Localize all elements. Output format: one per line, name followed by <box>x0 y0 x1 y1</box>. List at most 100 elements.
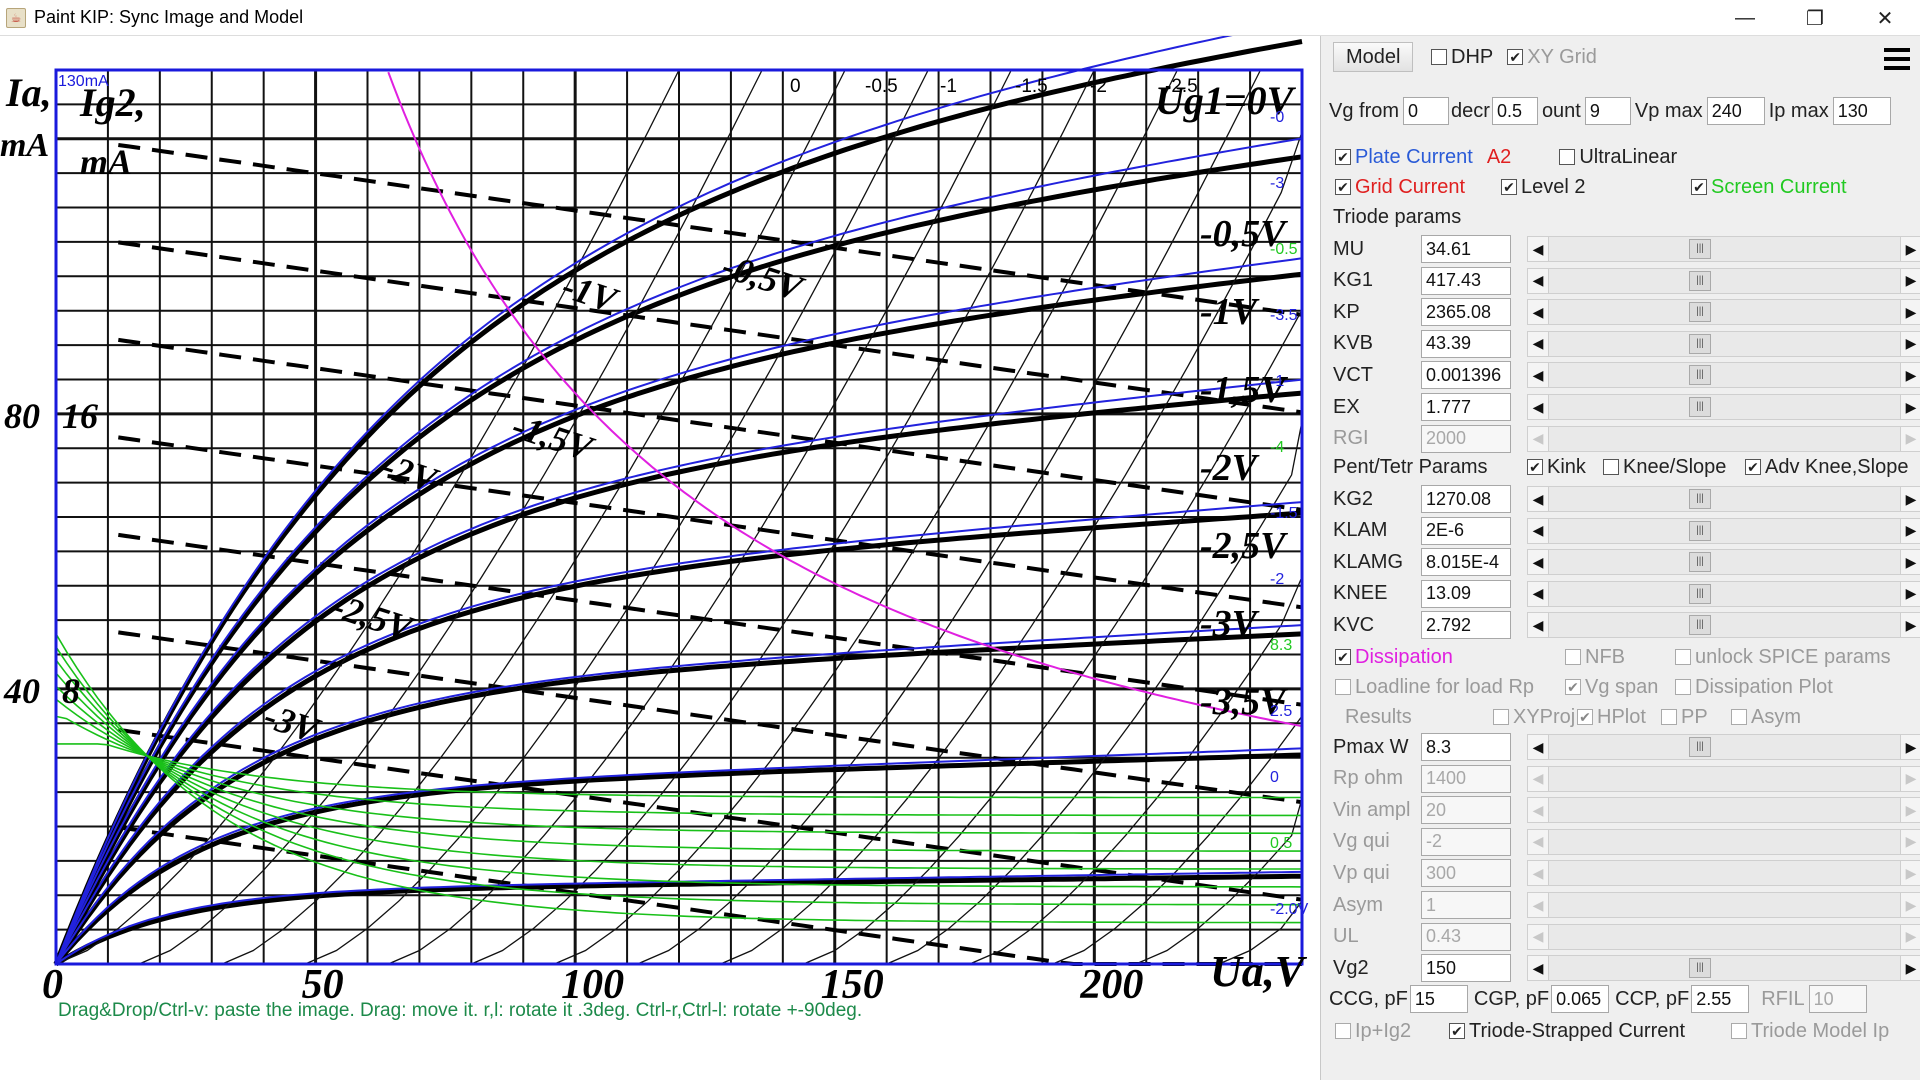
slider-right-arrow-icon[interactable]: ▶ <box>1900 486 1920 512</box>
ultralinear-checkbox[interactable] <box>1559 149 1576 165</box>
ccg-input[interactable] <box>1409 985 1468 1013</box>
slider-left-arrow-icon[interactable]: ◀ <box>1527 236 1549 262</box>
pent-param-input[interactable] <box>1421 579 1511 608</box>
pent-param-slider[interactable]: ◀ ||| ▶ <box>1527 486 1920 512</box>
slider-thumb[interactable]: ||| <box>1689 520 1711 541</box>
load-param-slider[interactable]: ◀ ▶ <box>1527 828 1920 855</box>
slider-thumb[interactable]: ||| <box>1689 552 1711 573</box>
xygrid-checkbox[interactable]: ✔ <box>1507 49 1524 65</box>
ip-ig2-checkbox[interactable] <box>1335 1023 1351 1039</box>
triode-param-slider[interactable]: ◀ ▶ <box>1527 425 1920 452</box>
cgp-input[interactable] <box>1551 985 1610 1013</box>
slider-right-arrow-icon[interactable]: ▶ <box>1900 892 1920 918</box>
pent-param-slider[interactable]: ◀ ||| ▶ <box>1527 517 1920 544</box>
pent-param-input[interactable] <box>1421 516 1511 545</box>
slider-track[interactable]: ||| <box>1549 580 1900 607</box>
slider-track[interactable] <box>1549 425 1900 452</box>
triode-param-input[interactable] <box>1421 266 1511 295</box>
load-param-slider[interactable]: ◀ ||| ▶ <box>1527 955 1920 982</box>
unlock-spice-checkbox[interactable] <box>1675 649 1691 665</box>
triode-param-input[interactable] <box>1421 393 1511 421</box>
slider-right-arrow-icon[interactable]: ▶ <box>1900 236 1920 262</box>
triode-param-slider[interactable]: ◀ ||| ▶ <box>1527 362 1920 389</box>
slider-track[interactable]: ||| <box>1549 394 1900 420</box>
slider-right-arrow-icon[interactable]: ▶ <box>1900 549 1920 576</box>
pent-param-input[interactable] <box>1421 485 1511 513</box>
dhp-checkbox[interactable] <box>1431 49 1447 65</box>
maximize-button[interactable]: ❐ <box>1780 0 1850 36</box>
plot-svg[interactable]: 130mA Ia, mA Ig2, mA Ua,V Ug1=0V 0 50 100 1… <box>0 36 1320 1080</box>
slider-left-arrow-icon[interactable]: ◀ <box>1527 425 1549 452</box>
nfb-checkbox[interactable] <box>1565 649 1581 665</box>
slider-thumb[interactable]: ||| <box>1689 489 1711 509</box>
triode-model-ip-checkbox[interactable] <box>1731 1023 1747 1039</box>
slider-right-arrow-icon[interactable]: ▶ <box>1900 362 1920 389</box>
slider-thumb[interactable]: ||| <box>1689 958 1711 979</box>
slider-track[interactable]: ||| <box>1549 955 1900 982</box>
slider-left-arrow-icon[interactable]: ◀ <box>1527 892 1549 918</box>
level2-checkbox[interactable]: ✔ <box>1501 179 1517 195</box>
slider-left-arrow-icon[interactable]: ◀ <box>1527 330 1549 357</box>
triode-param-input[interactable] <box>1421 361 1511 390</box>
triode-param-input[interactable] <box>1421 424 1511 453</box>
model-button[interactable]: Model <box>1333 42 1414 72</box>
dissipation-checkbox[interactable]: ✔ <box>1335 649 1351 665</box>
kink-checkbox[interactable]: ✔ <box>1527 459 1543 475</box>
slider-track[interactable] <box>1549 892 1900 918</box>
slider-track[interactable]: ||| <box>1549 299 1900 326</box>
slider-track[interactable] <box>1549 828 1900 855</box>
slider-left-arrow-icon[interactable]: ◀ <box>1527 955 1549 982</box>
slider-left-arrow-icon[interactable]: ◀ <box>1527 486 1549 512</box>
slider-track[interactable] <box>1549 797 1900 824</box>
slider-thumb[interactable]: ||| <box>1689 615 1711 636</box>
slider-track[interactable]: ||| <box>1549 517 1900 544</box>
slider-right-arrow-icon[interactable]: ▶ <box>1900 797 1920 824</box>
load-param-input[interactable] <box>1421 796 1511 825</box>
slider-thumb[interactable]: ||| <box>1689 365 1711 386</box>
count-input[interactable] <box>1584 97 1631 125</box>
pent-param-input[interactable] <box>1421 548 1511 577</box>
slider-right-arrow-icon[interactable]: ▶ <box>1900 580 1920 607</box>
slider-left-arrow-icon[interactable]: ◀ <box>1527 299 1549 326</box>
slider-left-arrow-icon[interactable]: ◀ <box>1527 612 1549 639</box>
menu-icon[interactable] <box>1880 42 1914 76</box>
load-param-slider[interactable]: ◀ ▶ <box>1527 765 1920 792</box>
slider-right-arrow-icon[interactable]: ▶ <box>1900 955 1920 982</box>
slider-right-arrow-icon[interactable]: ▶ <box>1900 765 1920 792</box>
slider-thumb[interactable]: ||| <box>1689 302 1711 323</box>
triode-param-input[interactable] <box>1421 329 1511 358</box>
triode-param-slider[interactable]: ◀ ||| ▶ <box>1527 330 1920 357</box>
slider-left-arrow-icon[interactable]: ◀ <box>1527 923 1549 950</box>
triode-param-input[interactable] <box>1421 235 1511 263</box>
screen-current-checkbox[interactable]: ✔ <box>1691 179 1707 195</box>
triode-param-slider[interactable]: ◀ ||| ▶ <box>1527 236 1920 262</box>
load-param-input[interactable] <box>1421 827 1511 856</box>
slider-track[interactable] <box>1549 765 1900 792</box>
slider-right-arrow-icon[interactable]: ▶ <box>1900 860 1920 887</box>
slider-track[interactable]: ||| <box>1549 734 1900 760</box>
pent-param-slider[interactable]: ◀ ||| ▶ <box>1527 549 1920 576</box>
vg-from-input[interactable] <box>1403 97 1450 125</box>
triode-param-slider[interactable]: ◀ ||| ▶ <box>1527 299 1920 326</box>
plate-current-checkbox[interactable]: ✔ <box>1335 149 1351 165</box>
pp-checkbox[interactable] <box>1661 709 1677 725</box>
load-param-slider[interactable]: ◀ ▶ <box>1527 892 1920 918</box>
load-param-input[interactable] <box>1421 922 1511 951</box>
slider-right-arrow-icon[interactable]: ▶ <box>1900 828 1920 855</box>
vg-span-checkbox[interactable]: ✔ <box>1565 679 1581 695</box>
slider-left-arrow-icon[interactable]: ◀ <box>1527 734 1549 760</box>
load-param-input[interactable] <box>1421 733 1511 761</box>
adv-knee-checkbox[interactable]: ✔ <box>1745 459 1761 475</box>
plot-canvas[interactable]: 130mA Ia, mA Ig2, mA Ua,V Ug1=0V 0 50 100 1… <box>0 36 1320 1080</box>
slider-track[interactable]: ||| <box>1549 330 1900 357</box>
pent-param-input[interactable] <box>1421 611 1511 640</box>
slider-left-arrow-icon[interactable]: ◀ <box>1527 860 1549 887</box>
slider-left-arrow-icon[interactable]: ◀ <box>1527 580 1549 607</box>
slider-left-arrow-icon[interactable]: ◀ <box>1527 797 1549 824</box>
ipmax-input[interactable] <box>1832 97 1891 125</box>
triode-strapped-checkbox[interactable]: ✔ <box>1449 1023 1465 1039</box>
slider-thumb[interactable]: ||| <box>1689 737 1711 757</box>
pent-param-slider[interactable]: ◀ ||| ▶ <box>1527 612 1920 639</box>
loadline-checkbox[interactable] <box>1335 679 1351 695</box>
slider-track[interactable] <box>1549 860 1900 887</box>
